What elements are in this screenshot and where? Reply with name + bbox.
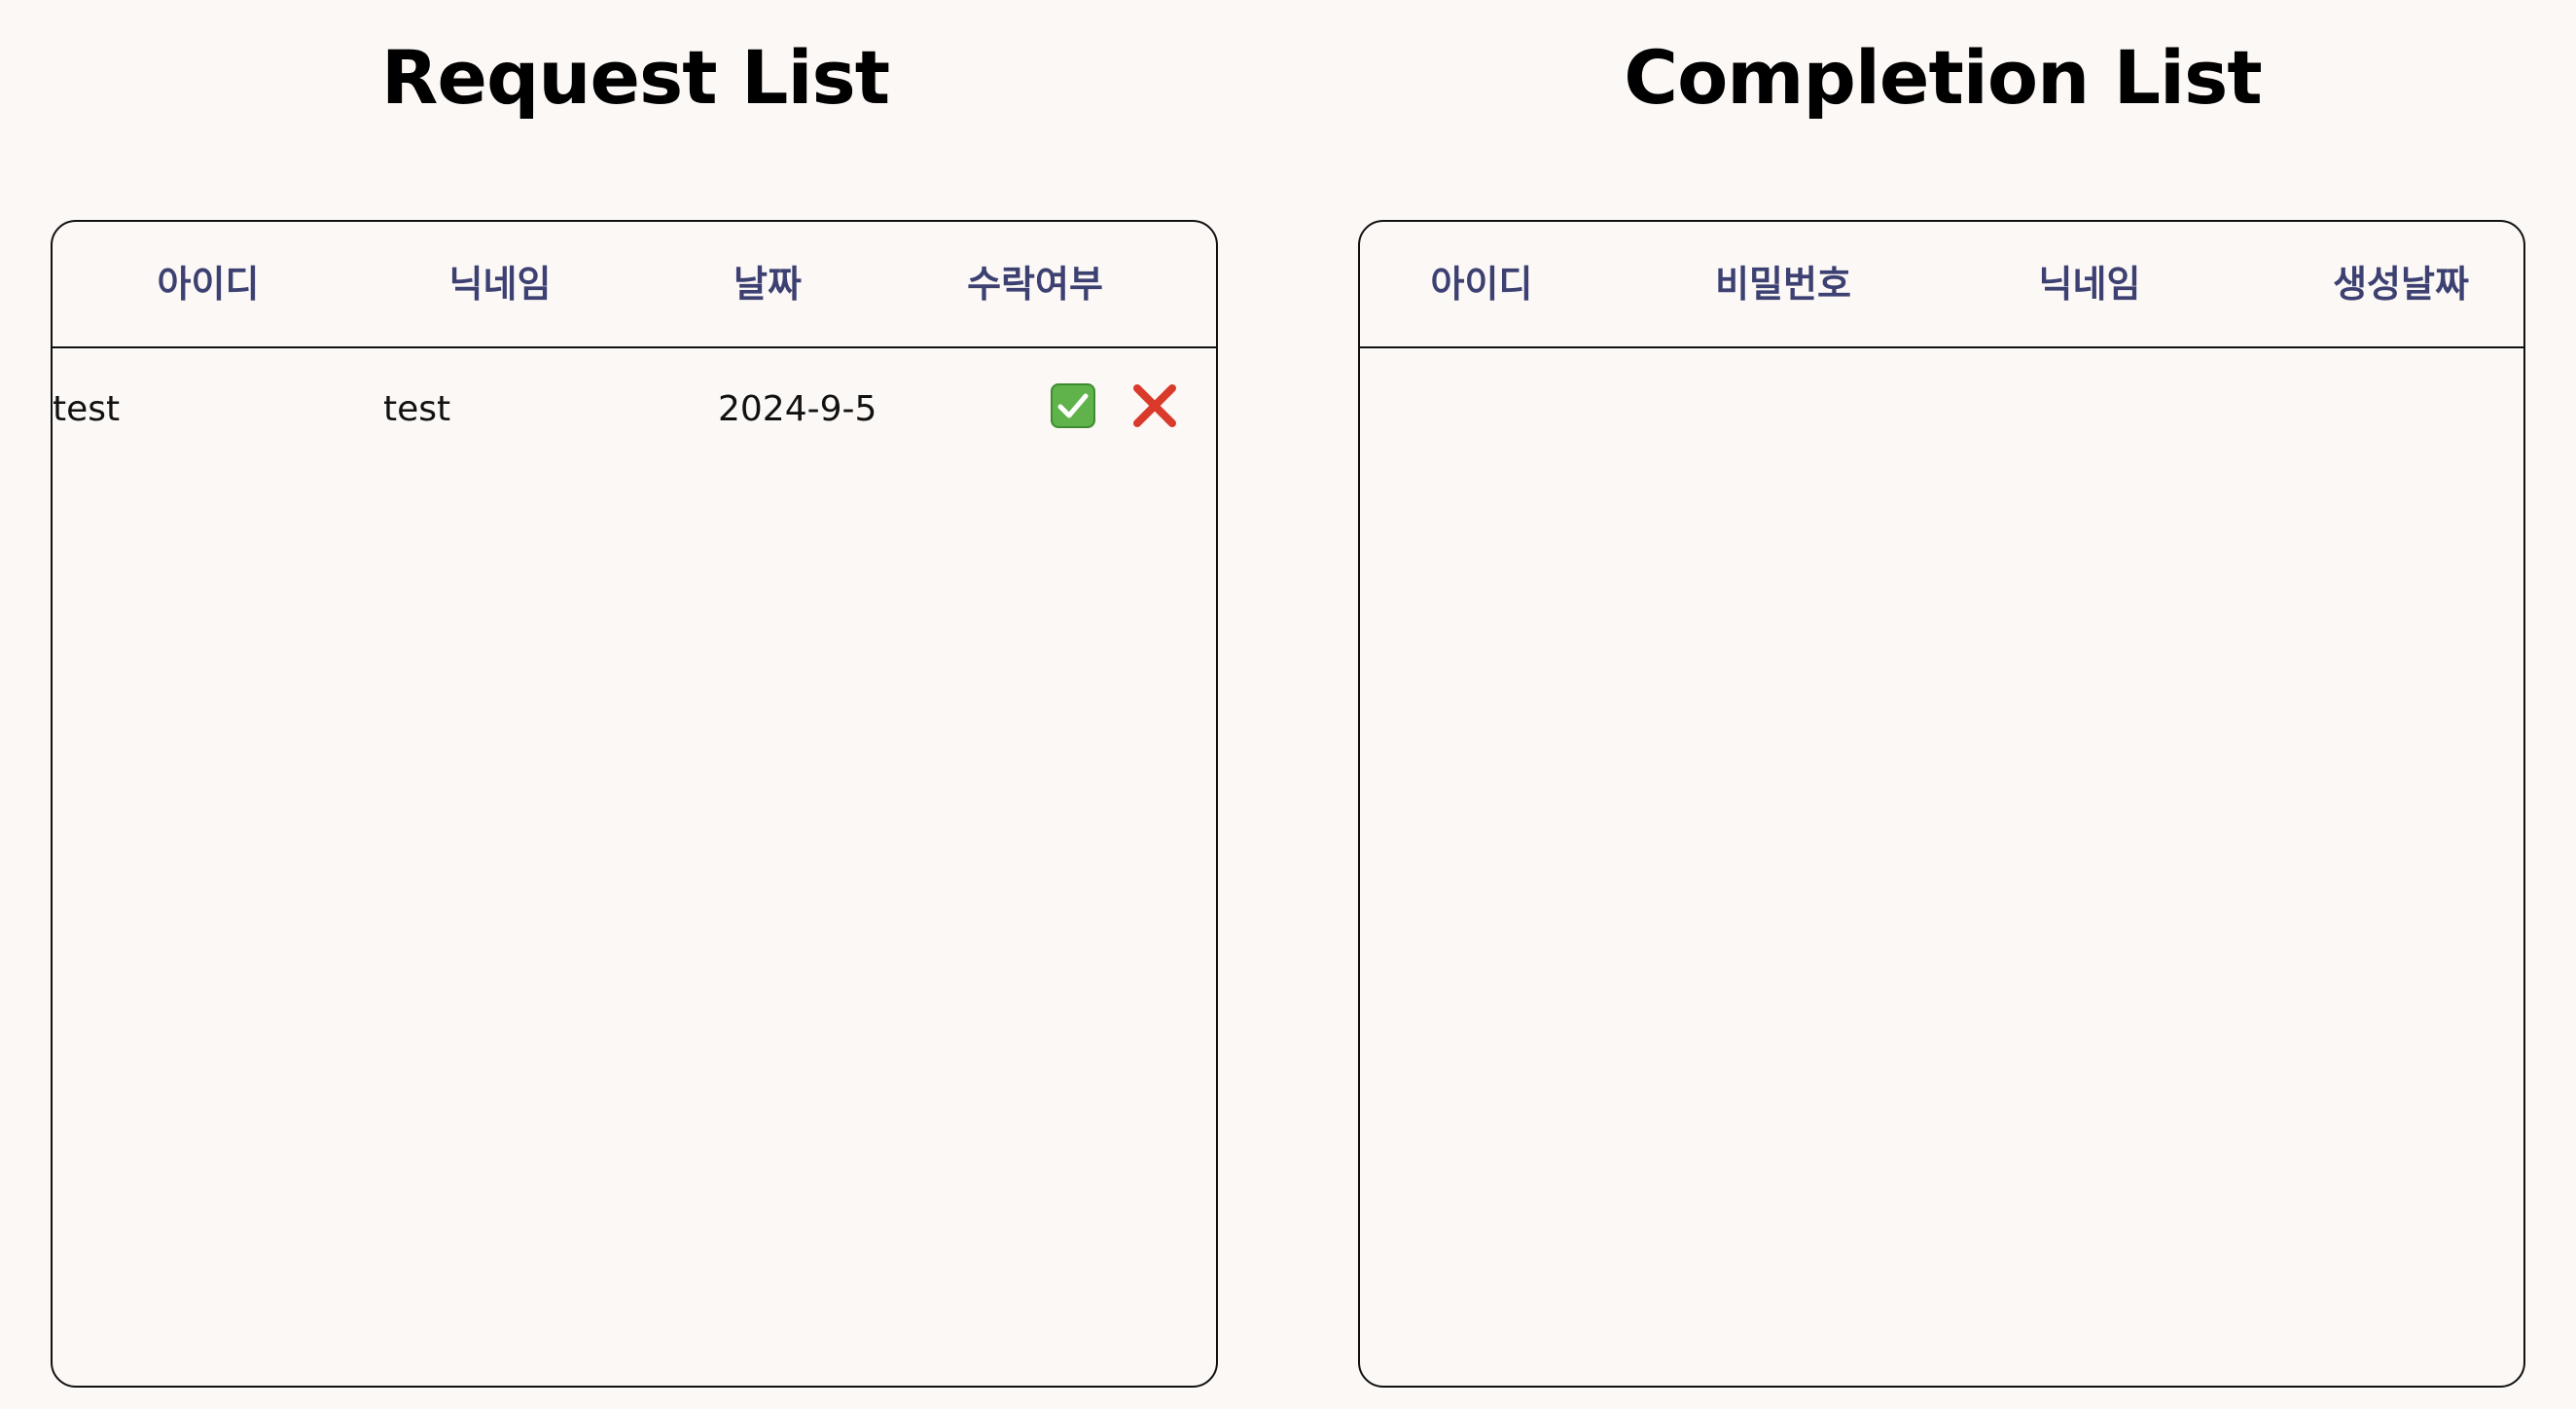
table-row: test test 2024-9-5 bbox=[53, 348, 1216, 471]
header-nickname: 닉네임 bbox=[448, 263, 552, 306]
check-mark-button-icon bbox=[1057, 393, 1089, 418]
header-created-date: 생성날짜 bbox=[2333, 263, 2469, 306]
cell-id: test bbox=[53, 389, 121, 429]
completion-table-header: 아이디 비밀번호 닉네임 생성날짜 bbox=[1360, 222, 2523, 348]
header-accept-status: 수락여부 bbox=[967, 263, 1103, 306]
reject-button[interactable] bbox=[1132, 383, 1177, 428]
request-list-title: Request List bbox=[380, 34, 890, 121]
completion-list-title: Completion List bbox=[1624, 34, 2262, 121]
cross-mark-icon bbox=[1133, 384, 1176, 427]
accept-button[interactable] bbox=[1051, 383, 1095, 428]
completion-list-table: 아이디 비밀번호 닉네임 생성날짜 bbox=[1358, 220, 2525, 1388]
header-id: 아이디 bbox=[157, 263, 260, 306]
header-id: 아이디 bbox=[1430, 263, 1533, 306]
cell-nickname: test bbox=[383, 389, 451, 429]
request-list-table: 아이디 닉네임 날짜 수락여부 test test 2024-9-5 bbox=[51, 220, 1218, 1388]
header-date: 날짜 bbox=[733, 263, 802, 306]
page: Request List Completion List 아이디 닉네임 날짜 … bbox=[0, 0, 2576, 1409]
header-password: 비밀번호 bbox=[1715, 263, 1851, 306]
cell-date: 2024-9-5 bbox=[718, 389, 877, 429]
header-nickname: 닉네임 bbox=[2038, 263, 2141, 306]
request-table-header: 아이디 닉네임 날짜 수락여부 bbox=[53, 222, 1216, 348]
